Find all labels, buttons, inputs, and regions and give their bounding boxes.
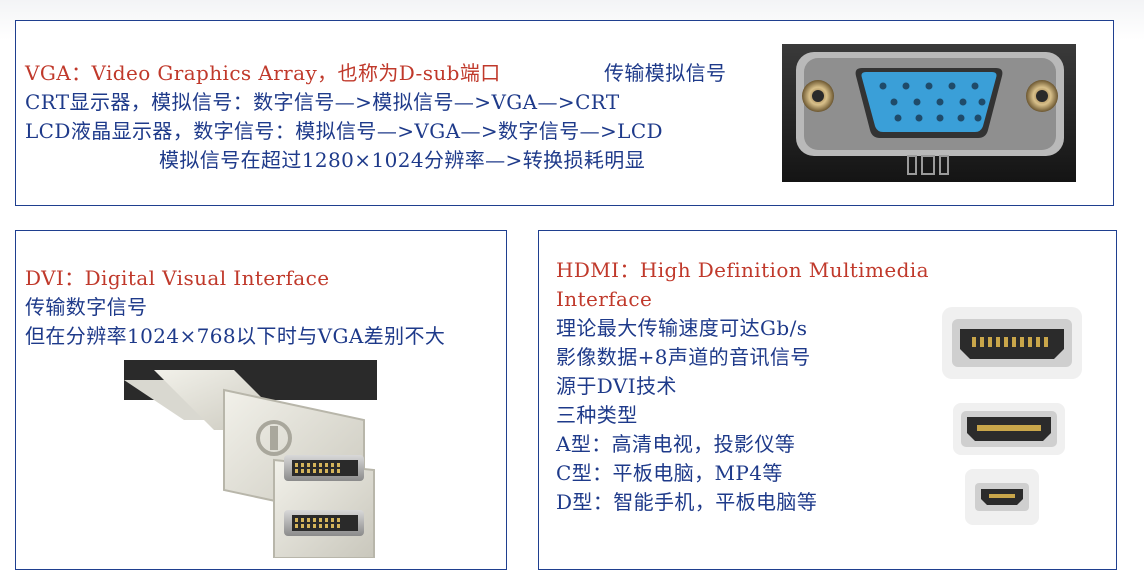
hdmi-speed-line: 理论最大传输速度可达Gb/s	[556, 316, 808, 340]
dvi-resolution-line: 但在分辨率1024×768以下时与VGA差别不大	[25, 324, 446, 348]
vga-port-image	[782, 44, 1076, 182]
hdmi-origin-line: 源于DVI技术	[556, 374, 677, 398]
vga-title: VGA：Video Graphics Array，也称为D-sub端口	[25, 61, 501, 85]
dvi-panel: DVI：Digital Visual Interface 传输数字信号 但在分辨…	[15, 230, 507, 570]
hdmi-type-c-image	[953, 403, 1065, 455]
hdmi-type-d-image	[965, 469, 1039, 525]
hdmi-title-line2: Interface	[556, 287, 653, 311]
hdmi-types-line: 三种类型	[556, 403, 638, 427]
hdmi-panel: HDMI：High Definition Multimedia Interfac…	[538, 230, 1117, 570]
vga-signal-label: 传输模拟信号	[604, 61, 727, 85]
hdmi-audio-line: 影像数据+8声道的音讯信号	[556, 345, 811, 369]
hdmi-type-c-line: C型：平板电脑，MP4等	[556, 461, 783, 485]
hdmi-type-a-image	[942, 307, 1082, 379]
dvi-cable-image	[124, 360, 377, 558]
vga-lcd-line: LCD液晶显示器，数字信号：模拟信号—>VGA—>数字信号—>LCD	[25, 119, 663, 143]
hdmi-type-a-line: A型：高清电视，投影仪等	[556, 432, 796, 456]
vga-crt-line: CRT显示器，模拟信号：数字信号—>模拟信号—>VGA—>CRT	[25, 90, 620, 114]
hdmi-type-d-line: D型：智能手机，平板电脑等	[556, 490, 818, 514]
vga-resolution-line: 模拟信号在超过1280×1024分辨率—>转换损耗明显	[159, 148, 646, 172]
hdmi-title-line1: HDMI：High Definition Multimedia	[556, 258, 929, 282]
dvi-signal-line: 传输数字信号	[25, 295, 148, 319]
dvi-title: DVI：Digital Visual Interface	[25, 266, 330, 290]
vga-panel: VGA：Video Graphics Array，也称为D-sub端口 传输模拟…	[15, 20, 1114, 206]
